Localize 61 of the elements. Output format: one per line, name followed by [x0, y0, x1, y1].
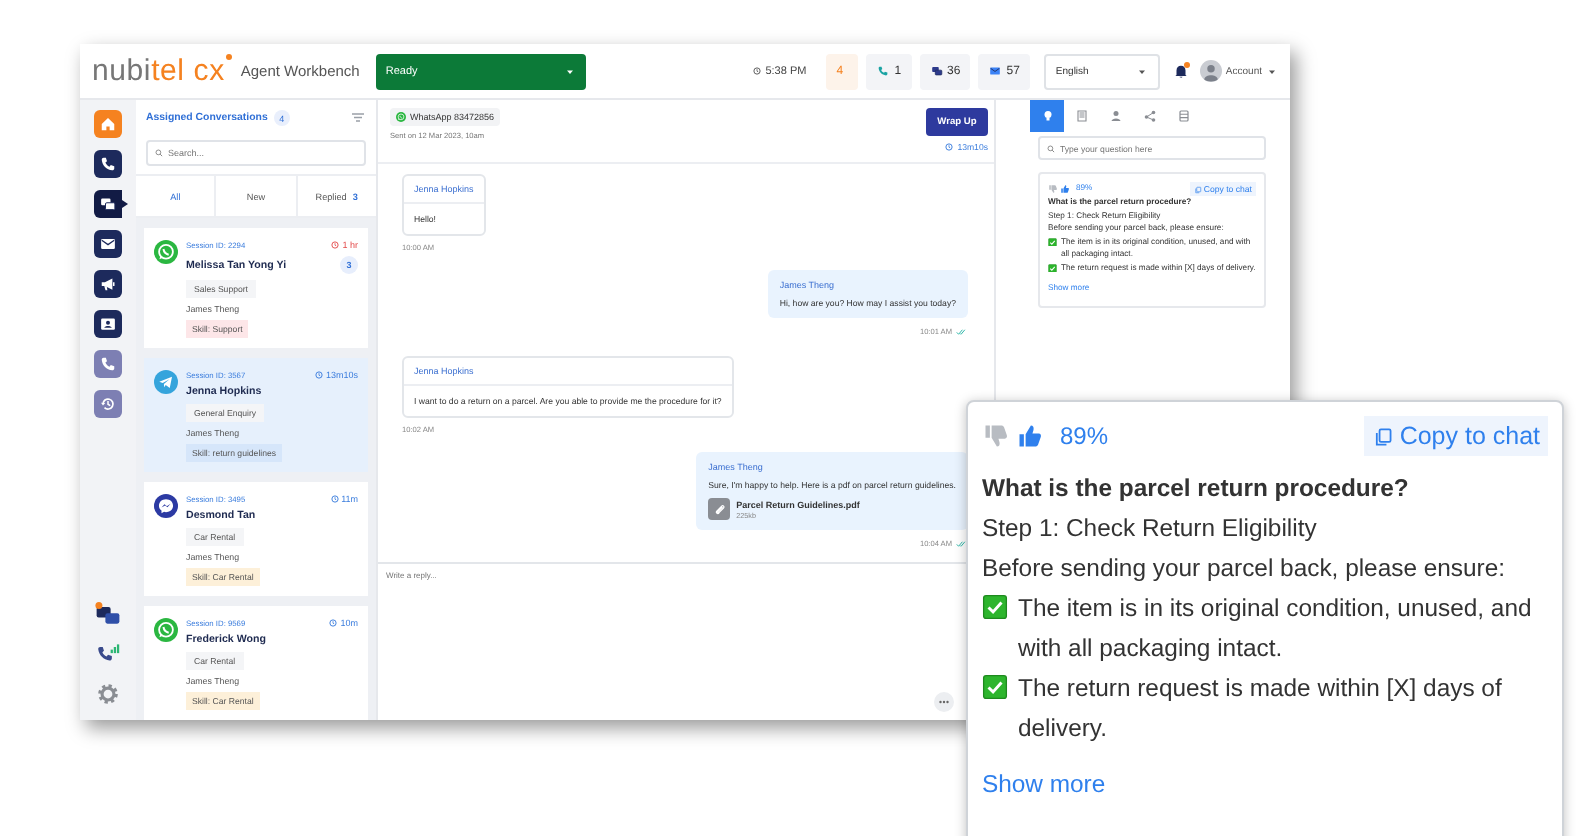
chat-bubbles-icon[interactable] — [94, 600, 122, 628]
clock-icon — [328, 618, 339, 628]
share-icon — [1141, 108, 1157, 124]
mail-icon — [988, 64, 1003, 78]
caret-icon — [563, 65, 576, 77]
chat-bubble-icon — [396, 112, 406, 122]
nav-button[interactable] — [94, 270, 122, 298]
checkbox-icon — [1048, 263, 1057, 273]
phone-icon — [98, 354, 118, 374]
thumbs-up-icon[interactable] — [1016, 422, 1044, 450]
copy-to-chat-button[interactable]: Copy to chat — [1363, 416, 1548, 456]
clock-icon — [751, 66, 762, 76]
phone-icon — [98, 154, 118, 174]
checkbox-icon — [982, 674, 1008, 700]
megaphone-icon — [98, 274, 118, 294]
attachment-icon — [708, 498, 731, 520]
person-icon — [1107, 108, 1123, 124]
document-icon — [1073, 108, 1089, 124]
thumbs-up-icon[interactable] — [1060, 183, 1070, 194]
answer-text: The item is in its original condition, unused, and with all packaging intact. — [1018, 592, 1534, 666]
avatar-icon — [1199, 60, 1222, 82]
clock-icon — [330, 240, 341, 250]
checkbox-icon — [982, 594, 1008, 620]
logo: nubitel cx — [92, 54, 225, 88]
search-icon — [1046, 143, 1056, 153]
mail-icon — [98, 234, 118, 254]
filter-icon — [350, 110, 366, 126]
logo-dot-icon — [226, 54, 233, 60]
nav-button[interactable] — [94, 150, 122, 178]
clock-icon — [329, 494, 340, 504]
answer-question: What is the parcel return procedure? — [982, 472, 1411, 506]
clock-icon — [943, 142, 954, 152]
copy-icon — [1193, 185, 1202, 193]
caret-icon — [1266, 65, 1278, 77]
nav-button[interactable] — [94, 230, 122, 258]
bell-icon — [1171, 62, 1190, 80]
settings-icon[interactable] — [94, 680, 122, 708]
nav-button[interactable] — [94, 310, 122, 338]
copy-icon — [1371, 425, 1394, 447]
clock-icon — [313, 370, 324, 380]
search-icon — [154, 148, 164, 158]
thumbs-down-icon[interactable] — [1048, 183, 1058, 194]
thumbs-down-icon[interactable] — [982, 422, 1010, 450]
contact-card-icon — [98, 314, 118, 334]
panel-tab[interactable] — [1030, 100, 1064, 132]
answer-text: Step 1: Check Return Eligibility — [982, 512, 1319, 546]
caret-icon — [1135, 65, 1148, 77]
answer-text: The return request is made within [X] days of delivery. — [1018, 672, 1504, 746]
lightbulb-icon — [1039, 108, 1055, 124]
chat-icon — [929, 64, 944, 78]
checkbox-icon — [1048, 237, 1057, 247]
history-icon — [98, 394, 118, 414]
chat-icon — [98, 194, 118, 214]
show-more-link[interactable]: Show more — [982, 764, 1106, 804]
confidence: 89% — [1060, 420, 1109, 454]
answer-text: Before sending your parcel back, please ensure: — [982, 552, 1508, 586]
phone-icon — [876, 64, 891, 78]
home-icon — [98, 114, 118, 134]
more-button[interactable] — [934, 692, 954, 712]
nav-button[interactable] — [94, 190, 128, 218]
table-icon — [1175, 108, 1191, 124]
